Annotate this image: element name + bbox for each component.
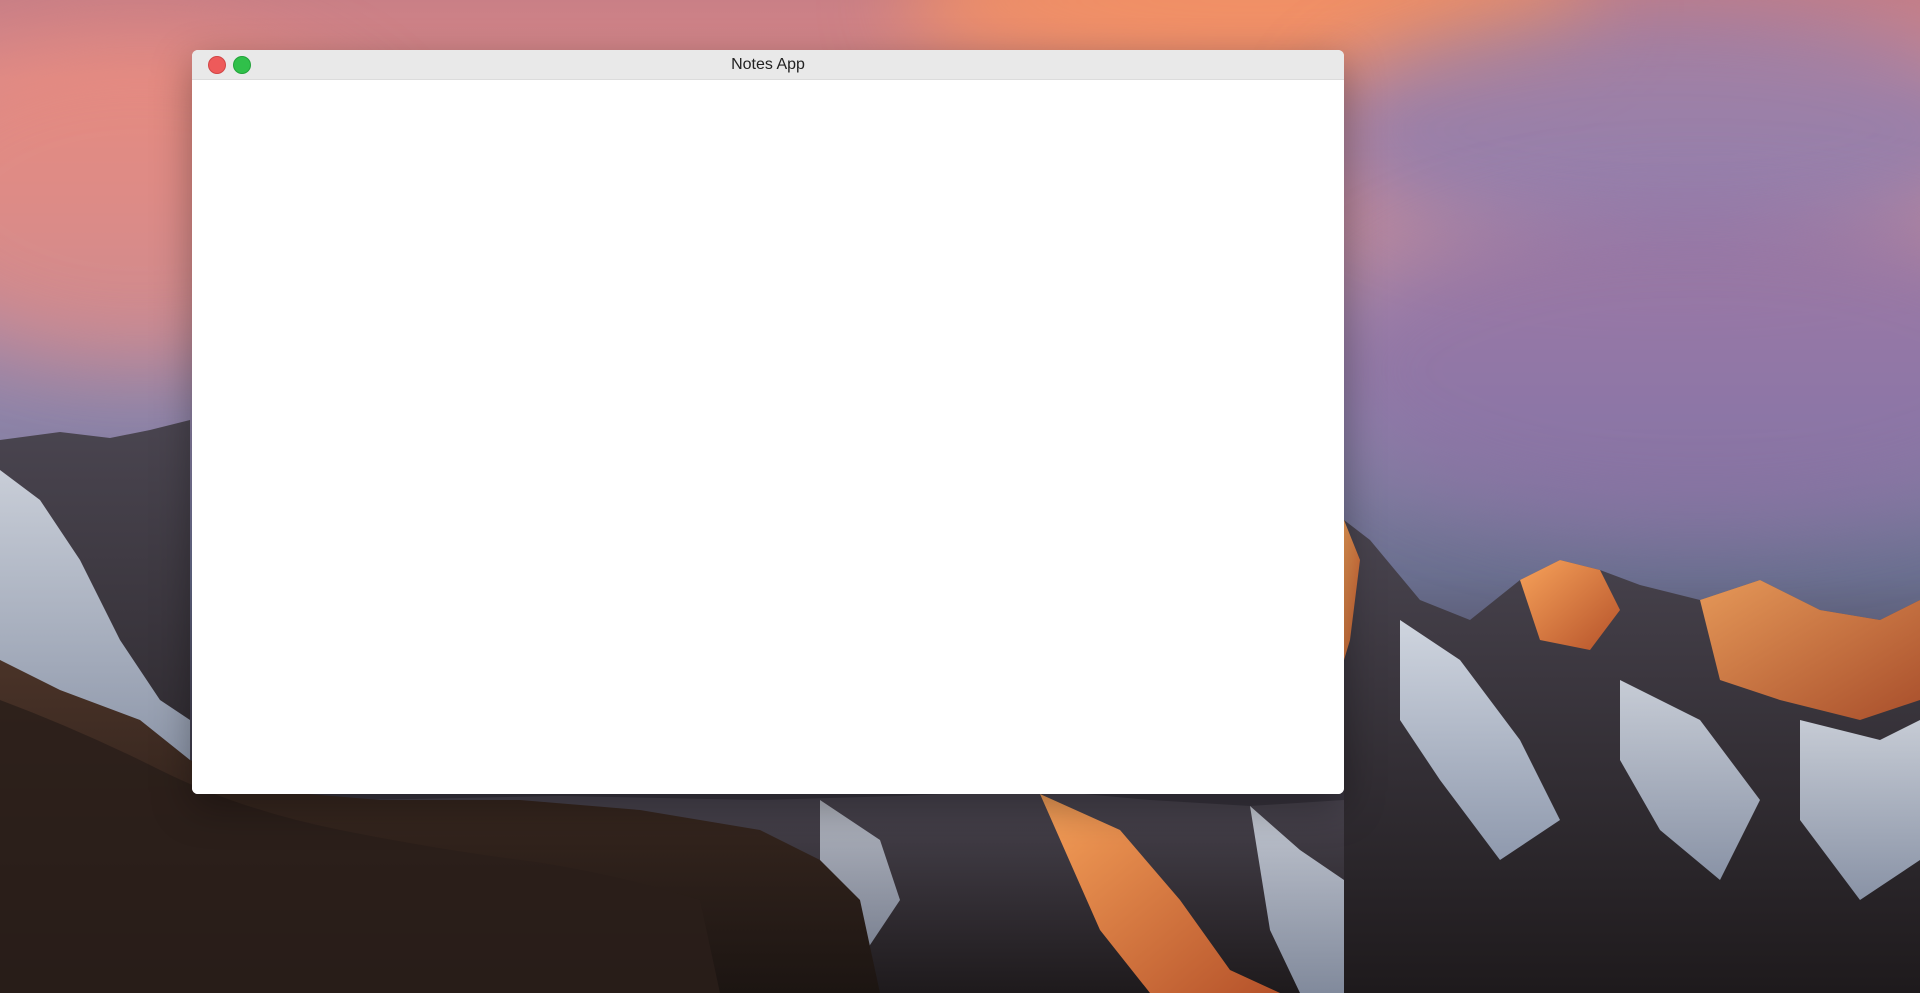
desktop: Notes App [0,0,1920,993]
window-title: Notes App [731,56,805,73]
title-bar[interactable]: Notes App [192,50,1344,80]
notes-content-area[interactable] [192,80,1344,794]
notes-app-window: Notes App [192,50,1344,794]
